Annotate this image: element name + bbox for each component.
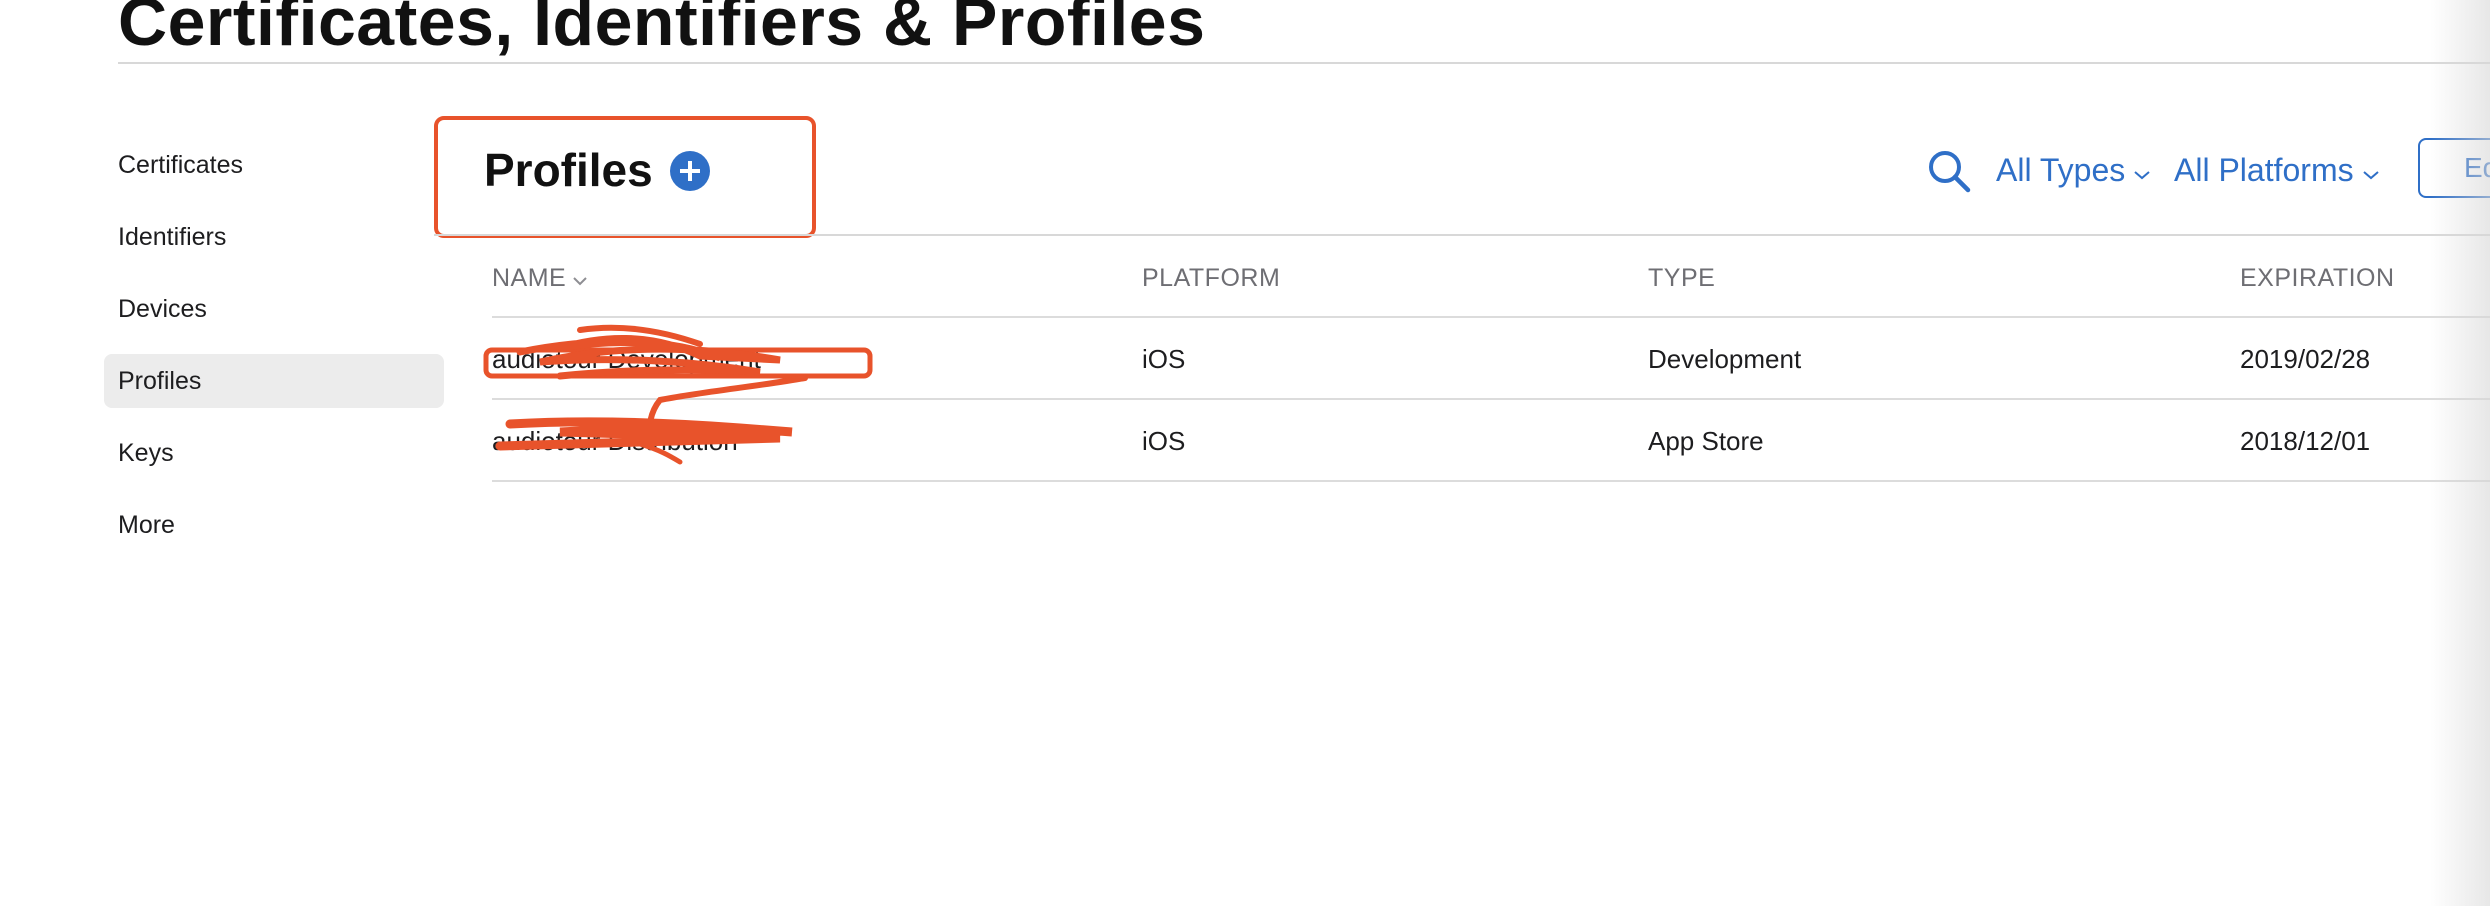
profile-platform: iOS [1142,426,1186,456]
sidebar-item-certificates[interactable]: Certificates [104,138,444,192]
column-header-name-label: NAME [492,264,567,292]
sidebar-item-profiles[interactable]: Profiles [104,354,444,408]
column-header-type: TYPE [1648,264,1716,292]
row-divider [492,480,2490,482]
sidebar-item-keys[interactable]: Keys [104,426,444,480]
title-divider [118,62,2490,64]
column-header-expiration: EXPIRATION [2240,264,2395,292]
developer-portal-page: Certificates, Identifiers & Profiles Cer… [0,0,2490,906]
profile-expiration: 2019/02/28 [2240,344,2371,374]
table-row[interactable] [492,318,2490,400]
add-profile-button[interactable] [670,151,710,191]
sidebar: Certificates Identifiers Devices Profile… [104,138,444,570]
profile-name[interactable]: audiotour Distribution [492,424,738,458]
search-icon [1929,151,1971,193]
plus-circle-icon [680,161,700,181]
profile-expiration: 2018/12/01 [2240,426,2371,456]
section-title: Profiles [484,144,653,196]
profile-type: Development [1648,344,1802,374]
profile-platform: iOS [1142,344,1186,374]
filter-types-label: All Types [1996,152,2126,188]
table-row[interactable] [492,400,2490,482]
table-top-divider [434,234,2490,236]
sidebar-item-more[interactable]: More [104,498,444,552]
filter-platforms-label: All Platforms [2174,152,2354,188]
page-title: Certificates, Identifiers & Profiles [118,0,1206,60]
sidebar-item-identifiers[interactable]: Identifiers [104,210,444,264]
chevron-down-icon [2133,148,2151,192]
profile-name[interactable]: audiotour Development [492,342,761,376]
profile-type: App Store [1648,426,1764,456]
chevron-down-icon [2362,148,2380,192]
filter-types-dropdown[interactable]: All Types [1996,148,2151,192]
column-header-platform: PLATFORM [1142,264,1281,292]
column-header-name[interactable]: NAME [492,262,588,294]
filter-platforms-dropdown[interactable]: All Platforms [2174,148,2380,192]
sort-chevron-icon [572,262,588,294]
window-edge-shadow [2430,0,2490,906]
sidebar-item-devices[interactable]: Devices [104,282,444,336]
search-button[interactable] [1926,148,1972,194]
